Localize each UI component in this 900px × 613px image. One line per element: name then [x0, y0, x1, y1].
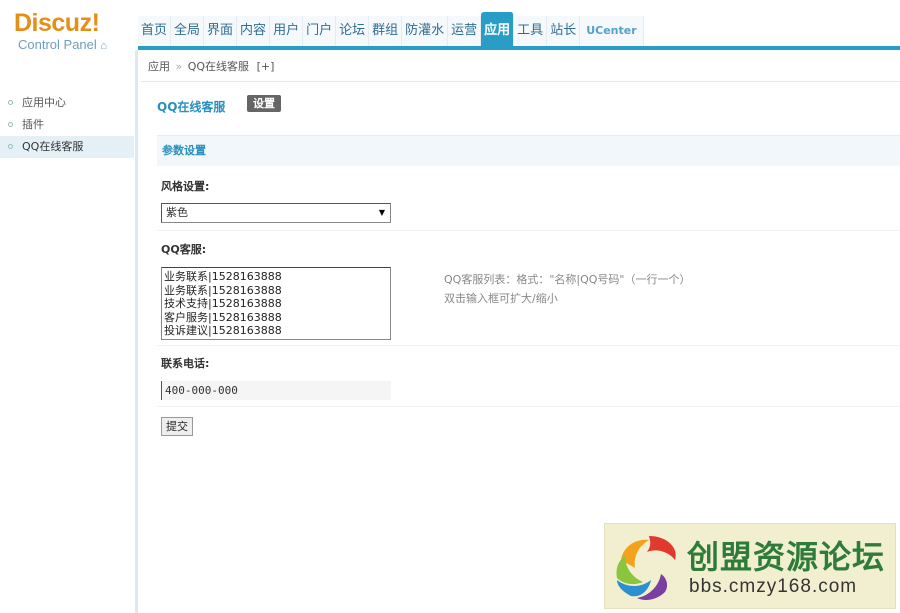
submit-button[interactable]: 提交: [161, 417, 193, 436]
phone-label: 联系电话:: [161, 357, 210, 370]
qq-label: QQ客服:: [161, 243, 207, 256]
textarea-line: 技术支持|1528163888: [164, 297, 282, 310]
swirl-logo-icon: [616, 536, 676, 600]
breadcrumb-separator: »: [175, 60, 183, 73]
bullet-icon: [8, 144, 13, 149]
sidebar-item-app-center[interactable]: 应用中心: [0, 92, 134, 114]
qq-list-textarea[interactable]: 业务联系|1528163888 业务联系|1528163888 技术支持|152…: [161, 267, 391, 340]
watermark: 创盟资源论坛 bbs.cmzy168.com: [604, 523, 896, 609]
discuz-logo[interactable]: Discuz! Control Panel ⌂: [14, 10, 134, 54]
breadcrumb-parent[interactable]: 应用: [148, 60, 170, 73]
textarea-line: 客户服务|1528163888: [164, 310, 282, 324]
nav-forum[interactable]: 论坛: [336, 16, 370, 46]
phone-input[interactable]: 400-000-000: [161, 381, 391, 400]
bullet-icon: [8, 100, 13, 105]
textarea-line: 投诉建议|1528163888: [164, 324, 282, 337]
sidebar-item-plugins[interactable]: 插件: [0, 114, 134, 136]
watermark-title: 创盟资源论坛: [687, 538, 886, 576]
dropdown-arrow-icon: ▼: [378, 208, 385, 217]
nav-portal[interactable]: 门户: [303, 16, 337, 46]
nav-global[interactable]: 全局: [171, 16, 205, 46]
nav-founder[interactable]: 站长: [547, 16, 581, 46]
sidebar-menu: 应用中心 插件 QQ在线客服: [0, 92, 134, 158]
row-divider: [157, 230, 900, 231]
bullet-icon: [8, 122, 13, 127]
breadcrumb: 应用 » QQ在线客服 [+]: [141, 50, 900, 82]
nav-antispam[interactable]: 防灌水: [402, 16, 449, 46]
nav-apps[interactable]: 应用: [481, 12, 515, 46]
nav-group[interactable]: 群组: [369, 16, 403, 46]
row-divider: [157, 345, 900, 346]
breadcrumb-current: QQ在线客服: [187, 60, 250, 73]
sidebar-item-label: 应用中心: [22, 96, 66, 109]
page-title: QQ在线客服: [157, 100, 226, 114]
style-select-value: 紫色: [166, 206, 188, 219]
qq-tip-resize: 双击输入框可扩大/缩小: [444, 292, 558, 305]
logo-brand: Discuz!: [14, 9, 100, 37]
sidebar-item-label: QQ在线客服: [22, 140, 84, 153]
sidebar-item-qq-service[interactable]: QQ在线客服: [0, 136, 134, 158]
add-shortcut-button[interactable]: [+]: [257, 60, 275, 73]
nav-style[interactable]: 界面: [204, 16, 238, 46]
nav-tools[interactable]: 工具: [514, 16, 548, 46]
style-select[interactable]: 紫色 ▼: [161, 203, 391, 223]
section-header: 参数设置: [157, 135, 900, 166]
header: Discuz! Control Panel ⌂ 首页 全局 界面 内容 用户 门…: [0, 0, 900, 52]
nav-content[interactable]: 内容: [237, 16, 271, 46]
textarea-line: 业务联系|1528163888: [164, 283, 282, 297]
style-label: 风格设置:: [161, 180, 210, 193]
watermark-url: bbs.cmzy168.com: [689, 576, 858, 597]
tab-settings[interactable]: 设置: [247, 95, 281, 112]
top-nav: 首页 全局 界面 内容 用户 门户 论坛 群组 防灌水 运营 应用 工具 站长 …: [138, 12, 644, 46]
row-divider: [157, 406, 900, 407]
qq-tip-format: QQ客服列表：格式："名称|QQ号码"（一行一个）: [444, 273, 691, 286]
nav-home[interactable]: 首页: [138, 16, 172, 46]
textarea-line: 业务联系|1528163888: [164, 270, 282, 283]
sidebar-item-label: 插件: [22, 118, 44, 131]
nav-ucenter[interactable]: UCenter: [580, 16, 644, 46]
nav-operation[interactable]: 运营: [448, 16, 482, 46]
nav-user[interactable]: 用户: [270, 16, 304, 46]
